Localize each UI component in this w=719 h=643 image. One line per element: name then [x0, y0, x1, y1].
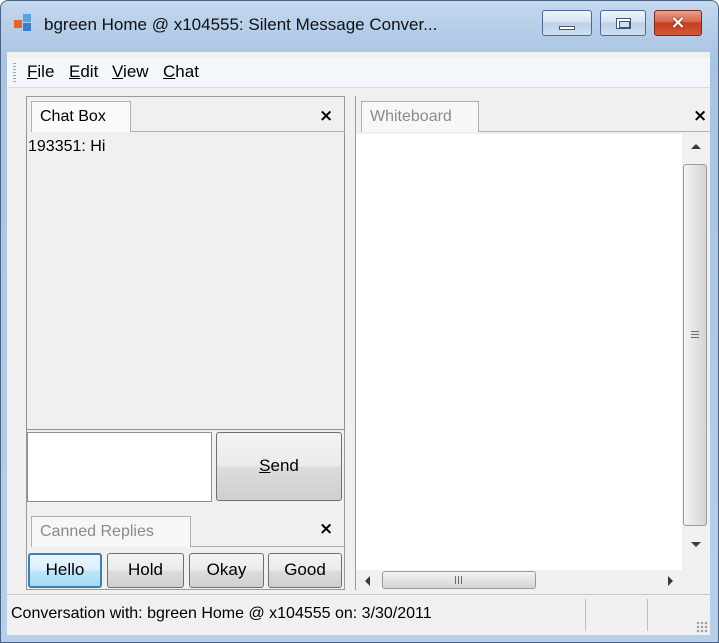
maximize-icon: [616, 18, 631, 29]
close-icon: ×: [670, 12, 686, 33]
menu-view-label: iew: [123, 62, 149, 81]
menu-file-accel: F: [27, 62, 38, 81]
canned-replies-close-icon[interactable]: ×: [319, 520, 333, 538]
vertical-scroll-thumb[interactable]: [683, 164, 707, 526]
tab-divider: [131, 131, 345, 132]
scroll-down-icon[interactable]: [691, 542, 701, 547]
scrollbar-corner: [682, 570, 708, 590]
whiteboard-canvas[interactable]: [356, 134, 708, 590]
title-bar[interactable]: bgreen Home @ x104555: Silent Message Co…: [0, 0, 717, 52]
menu-chat-accel: C: [163, 62, 176, 81]
canned-okay-button[interactable]: Okay: [189, 553, 264, 588]
menu-edit-accel: E: [69, 62, 81, 81]
window-title: bgreen Home @ x104555: Silent Message Co…: [44, 15, 438, 34]
chat-log[interactable]: [26, 134, 345, 430]
app-icon: [14, 14, 34, 34]
scroll-up-icon[interactable]: [691, 144, 701, 149]
horizontal-scrollbar[interactable]: [356, 570, 682, 590]
resize-grip-icon[interactable]: [696, 621, 708, 633]
maximize-button[interactable]: [600, 10, 646, 36]
menu-file[interactable]: File: [27, 62, 54, 82]
horizontal-scroll-thumb[interactable]: [382, 571, 536, 589]
tab-divider: [479, 131, 710, 132]
menu-file-label: ile: [37, 62, 55, 81]
toolbar-grip[interactable]: [13, 63, 16, 83]
menu-bar: File Edit View Chat: [7, 58, 710, 88]
tab-chat-box[interactable]: Chat Box: [31, 101, 131, 132]
vertical-scrollbar[interactable]: [682, 134, 708, 570]
menu-chat-label: hat: [175, 62, 199, 81]
chat-box-close-icon[interactable]: ×: [319, 107, 333, 125]
menu-view[interactable]: View: [112, 62, 149, 82]
thumb-grip-icon: [455, 576, 464, 584]
canned-hello-button[interactable]: Hello: [28, 553, 102, 588]
send-label: end: [270, 456, 299, 475]
menu-edit-label: dit: [80, 62, 99, 81]
close-button[interactable]: ×: [654, 10, 702, 36]
status-separator: [647, 599, 648, 631]
minimize-button[interactable]: [542, 10, 592, 36]
status-bar: Conversation with: bgreen Home @ x104555…: [7, 594, 710, 635]
scroll-left-icon[interactable]: [365, 576, 370, 586]
canned-hold-button[interactable]: Hold: [107, 553, 184, 588]
whiteboard-close-icon[interactable]: ×: [693, 107, 707, 125]
thumb-grip-icon: [691, 331, 699, 340]
tab-canned-replies[interactable]: Canned Replies: [31, 516, 191, 547]
send-accel: S: [259, 456, 271, 475]
scroll-right-icon[interactable]: [668, 576, 673, 586]
status-separator: [585, 599, 586, 631]
menu-chat[interactable]: Chat: [163, 62, 199, 82]
menu-view-accel: V: [112, 62, 124, 81]
send-button[interactable]: Send: [216, 432, 342, 501]
minimize-icon: [559, 26, 575, 30]
message-input[interactable]: [27, 432, 212, 502]
chat-message: 193351: Hi: [28, 138, 106, 155]
canned-good-button[interactable]: Good: [268, 553, 342, 588]
tab-divider: [191, 546, 345, 547]
tab-whiteboard[interactable]: Whiteboard: [361, 101, 479, 132]
app-icon-square-blue: [23, 14, 31, 22]
app-icon-square-orange: [14, 20, 22, 28]
status-text: Conversation with: bgreen Home @ x104555…: [11, 605, 432, 622]
app-icon-square-darkblue: [23, 23, 31, 31]
menu-edit[interactable]: Edit: [69, 62, 98, 82]
